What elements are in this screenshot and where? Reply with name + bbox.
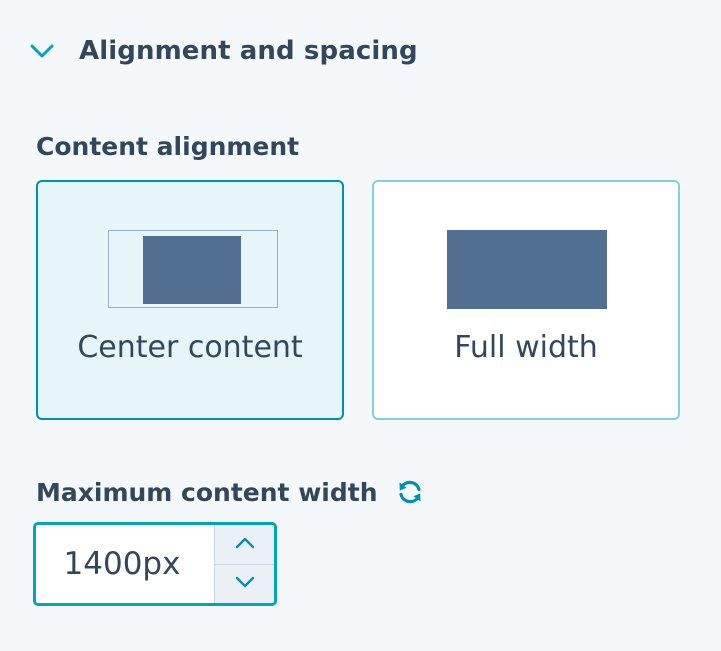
decrement-button[interactable] — [215, 564, 274, 603]
center-preview-block — [143, 236, 241, 304]
reset-refresh-icon[interactable] — [394, 476, 426, 508]
increment-button[interactable] — [215, 525, 274, 565]
alignment-option-full[interactable]: Full width — [372, 180, 680, 420]
alignment-option-label: Full width — [454, 330, 598, 365]
section-title: Alignment and spacing — [79, 36, 418, 66]
max-width-value[interactable]: 1400px — [36, 525, 214, 603]
chevron-up-icon — [234, 535, 256, 554]
number-stepper — [214, 525, 274, 603]
max-width-label: Maximum content width — [36, 477, 378, 507]
alignment-option-label: Center content — [77, 330, 303, 365]
alignment-option-center[interactable]: Center content — [36, 180, 344, 420]
full-preview-block — [447, 230, 607, 309]
max-width-input[interactable]: 1400px — [33, 522, 277, 606]
chevron-down-icon — [28, 37, 56, 65]
chevron-down-icon — [234, 574, 256, 593]
section-header-toggle[interactable]: Alignment and spacing — [28, 28, 418, 74]
max-width-label-row: Maximum content width — [36, 476, 426, 508]
content-alignment-label: Content alignment — [36, 132, 300, 161]
